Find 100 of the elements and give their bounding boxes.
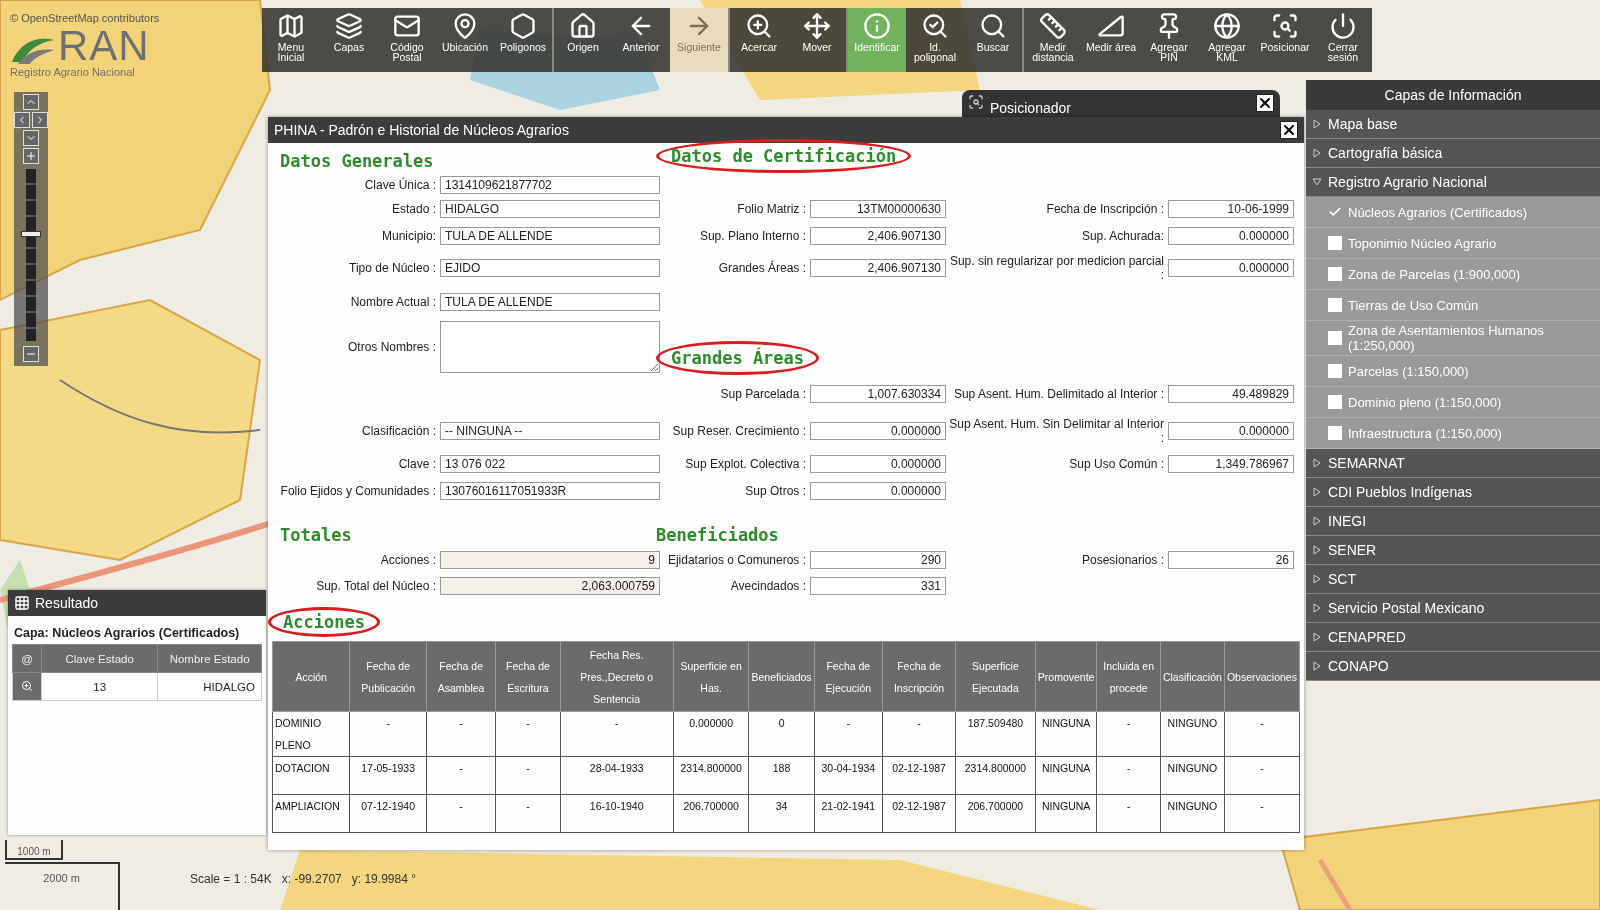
input-field[interactable]: 0.000000 [810,455,946,473]
table-cell: - [349,711,427,757]
toolbar-button[interactable]: Id. poligonal [906,8,964,72]
toolbar-button[interactable]: Posicionar [1256,8,1314,72]
input-field[interactable]: 1,349.786967 [1168,455,1294,473]
checkbox[interactable] [1328,331,1342,345]
layer-group[interactable]: CENAPRED [1306,623,1600,652]
pan-down-button[interactable] [23,130,39,146]
input-field[interactable]: 1314109621877702 [440,176,660,194]
layer-group[interactable]: Mapa base [1306,110,1600,139]
panel-title: Capas de Información [1306,80,1600,110]
zoom-in-button[interactable] [23,148,39,164]
column-header: Clave Estado [41,644,158,673]
input-field[interactable]: 2,063.000759 [440,577,660,595]
layer-group[interactable]: CONAPO [1306,652,1600,681]
input-field[interactable]: 331 [810,577,946,595]
table-cell: - [426,756,496,795]
layer-group[interactable]: Registro Agrario Nacional [1306,168,1600,197]
input-field[interactable]: TULA DE ALLENDE [440,293,660,311]
table-cell: - [1096,756,1161,795]
field-label: Sup Uso Común : [1068,457,1165,471]
column-header: Fecha de Publicación [349,641,427,712]
input-field[interactable]: 2,406.907130 [810,227,946,245]
close-button[interactable] [1256,94,1274,112]
column-header: Acción [272,641,350,712]
toolbar-button[interactable]: Agregar PIN [1140,8,1198,72]
table-cell: - [1224,756,1300,795]
input-field[interactable]: 26 [1168,551,1294,569]
input-field[interactable]: -- NINGUNA -- [440,422,660,440]
field-label: Acciones : [379,553,437,567]
grid-icon [14,595,30,611]
toolbar-button[interactable]: Ubicación [436,8,494,72]
checkbox[interactable] [1328,395,1342,409]
input-field[interactable]: EJIDO [440,259,660,277]
input-field[interactable]: 0.000000 [1168,227,1294,245]
table-cell: HIDALGO [157,672,262,701]
toolbar-button[interactable]: Medir distancia [1024,8,1082,72]
layer-group[interactable]: SCT [1306,565,1600,594]
input-field[interactable]: 290 [810,551,946,569]
table-cell: - [426,794,496,833]
house-icon [569,12,597,40]
checkbox[interactable] [1328,236,1342,250]
checkbox[interactable] [1328,298,1342,312]
text-area-field[interactable] [440,321,660,373]
toolbar-button[interactable]: Cerrar sesión [1314,8,1372,72]
input-field[interactable]: 13 076 022 [440,455,660,473]
column-header: Observaciones [1224,641,1300,712]
input-field[interactable]: 49.489829 [1168,385,1294,403]
table-cell: 02-12-1987 [882,794,956,833]
panel-title: Resultado [35,595,99,611]
toolbar-button[interactable]: Poligonos [494,8,552,72]
toolbar-button[interactable]: Agregar KML [1198,8,1256,72]
zoom-in-icon[interactable] [21,679,34,692]
toolbar-button[interactable]: Origen [554,8,612,72]
layer-group[interactable]: Servicio Postal Mexicano [1306,594,1600,623]
input-field[interactable]: 0.000000 [1168,259,1294,277]
table-cell: - [560,711,674,757]
toolbar-button[interactable]: Código Postal [378,8,436,72]
table-cell: NINGUNO [1160,794,1225,833]
column-header: Fecha de Escritura [495,641,561,712]
layer-group[interactable]: Cartografía básica [1306,139,1600,168]
layer-group[interactable]: SENER [1306,536,1600,565]
section-heading: Datos de Certificación [656,139,912,173]
pan-up-button[interactable] [23,94,39,110]
input-field[interactable]: 0.000000 [810,482,946,500]
input-field[interactable]: 1,007.630334 [810,385,946,403]
checkbox[interactable] [1328,426,1342,440]
checkbox[interactable] [1328,364,1342,378]
input-field[interactable]: 0.000000 [1168,422,1294,440]
section-heading: Acciones [268,607,380,637]
input-field[interactable]: 2,406.907130 [810,259,946,277]
checkbox[interactable] [1328,205,1342,219]
input-field[interactable]: 10-06-1999 [1168,200,1294,218]
input-field[interactable]: 13TM00000630 [810,200,946,218]
checkbox[interactable] [1328,267,1342,281]
layer-group[interactable]: INEGI [1306,507,1600,536]
toolbar-button[interactable]: Capas [320,8,378,72]
layer-group[interactable]: SEMARNAT [1306,449,1600,478]
input-field[interactable]: 0.000000 [810,422,946,440]
toolbar-button[interactable]: Buscar [964,8,1022,72]
toolbar-button[interactable]: Acercar [730,8,788,72]
table-cell: 28-04-1933 [560,756,674,795]
toolbar-button[interactable]: Mover [788,8,846,72]
zoom-slider-thumb[interactable] [21,231,41,238]
input-field[interactable]: TULA DE ALLENDE [440,227,660,245]
table-cell: DOTACION [272,756,350,795]
toolbar-button[interactable]: Menu Inicial [262,8,320,72]
pan-right-button[interactable] [32,112,48,128]
input-field[interactable]: 13076016117051933R [440,482,660,500]
table-cell: 188 [749,756,815,795]
toolbar-button[interactable]: Medir área [1082,8,1140,72]
close-button[interactable] [1280,121,1298,139]
field-label: Sup Explot. Colectiva : [684,457,807,471]
zoom-out-button[interactable] [23,346,39,362]
layer-group[interactable]: CDI Pueblos Indígenas [1306,478,1600,507]
toolbar-button[interactable]: Anterior [612,8,670,72]
pan-left-button[interactable] [14,112,30,128]
field-label: Sup. Plano Interno : [698,229,807,243]
input-field[interactable]: HIDALGO [440,200,660,218]
input-field[interactable]: 9 [440,551,660,569]
